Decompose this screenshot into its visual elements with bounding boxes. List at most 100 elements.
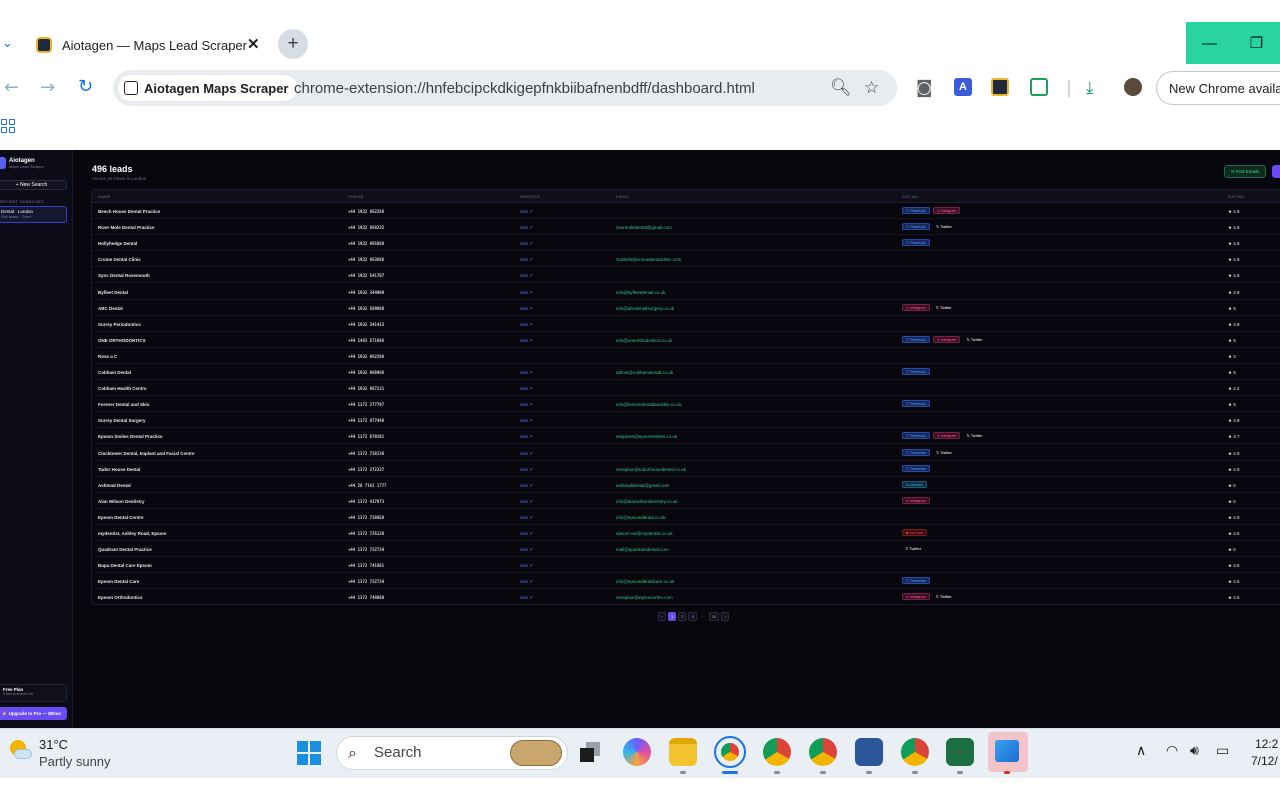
website-link[interactable]: visit ↗ xyxy=(520,579,533,585)
instagram-badge[interactable]: ◎ Instagram xyxy=(932,335,961,343)
table-row[interactable]: Alan Wilson Dentistry +44 1372 417873 visi… xyxy=(92,494,1280,510)
table-row[interactable]: Sync Dental Rosemouth +44 1932 541707 visi… xyxy=(92,268,1280,284)
email-link[interactable]: mail@quadrantdental.com xyxy=(616,547,669,552)
task-view-icon[interactable] xyxy=(576,738,604,766)
email-link[interactable]: info@byfleetdental.co.uk xyxy=(616,290,665,295)
twitter-badge[interactable]: 𝕏 Twitter xyxy=(933,304,955,311)
chrome-profile-1-icon[interactable] xyxy=(714,736,746,768)
website-link[interactable]: visit ↗ xyxy=(520,241,533,247)
page-button[interactable]: 2 xyxy=(678,612,687,621)
profile-avatar[interactable] xyxy=(1124,78,1142,96)
chrome-profile-3-icon[interactable] xyxy=(809,738,837,766)
table-row[interactable]: Epsom Smiles Dental Practice +44 1372 670… xyxy=(92,429,1280,445)
copilot-icon[interactable] xyxy=(623,738,651,766)
column-header-rating[interactable]: RATING xyxy=(1228,194,1245,199)
tab-search-chevron-icon[interactable]: ⌄ xyxy=(2,36,13,51)
table-row[interactable]: Hollyhedge Dental +44 1932 865888 visit ↗ ⓕ… xyxy=(92,236,1280,252)
column-header-phone[interactable]: PHONE xyxy=(348,194,364,199)
email-link[interactable]: enquiries@epsomsmiles.co.uk xyxy=(616,434,677,439)
table-row[interactable]: Ashtead Dental +44 20 7161 1777 visit ↗ ash… xyxy=(92,478,1280,494)
show-hidden-icons-chevron-icon[interactable]: ∧ xyxy=(1136,743,1146,759)
email-link[interactable]: ashteaddental@gmail.com xyxy=(616,483,669,488)
table-row[interactable]: ABC Dental +44 1932 589888 visit ↗ info@abc… xyxy=(92,301,1280,317)
website-link[interactable]: visit ↗ xyxy=(520,499,533,505)
website-link[interactable]: visit ↗ xyxy=(520,257,533,263)
table-row[interactable]: Cobham Health Centre +44 1932 867231 visit… xyxy=(92,381,1280,397)
twitter-badge[interactable]: 𝕏 Twitter xyxy=(963,432,985,439)
clock-time[interactable]: 12:2 xyxy=(1255,737,1278,751)
site-info-chip[interactable]: Aiotagen Maps Scraper xyxy=(118,75,297,101)
page-button[interactable]: 1 xyxy=(668,612,677,621)
website-link[interactable]: visit ↗ xyxy=(520,225,533,231)
download-icon[interactable]: ⤓ xyxy=(1086,78,1094,98)
facebook-badge[interactable]: ⓕ Facebook xyxy=(902,239,930,247)
email-link[interactable]: admin@cobhamdental.co.uk xyxy=(616,370,673,375)
instagram-badge[interactable]: ◎ Instagram xyxy=(932,207,961,214)
chrome-profile-2-icon[interactable] xyxy=(763,738,791,766)
table-row[interactable]: Ross a C +44 1932 862298 ★ 3 xyxy=(92,349,1280,365)
email-link[interactable]: info@oneorthodontics.co.uk xyxy=(616,338,672,343)
translate-extension-icon[interactable]: A xyxy=(954,78,972,96)
website-link[interactable]: visit ↗ xyxy=(520,386,533,392)
back-icon[interactable]: ← xyxy=(4,77,19,98)
website-link[interactable]: visit ↗ xyxy=(520,322,533,328)
youtube-badge[interactable]: ▶ YouTube xyxy=(902,529,928,536)
facebook-badge[interactable]: ⓕ Facebook xyxy=(902,400,930,408)
table-row[interactable]: Byfleet Dental +44 1932 344909 visit ↗ info… xyxy=(92,285,1280,301)
website-link[interactable]: visit ↗ xyxy=(520,402,533,408)
word-icon[interactable] xyxy=(855,738,883,766)
new-search-button[interactable]: + New Search xyxy=(0,180,67,190)
facebook-badge[interactable]: ⓕ Facebook xyxy=(902,368,930,375)
table-row[interactable]: Surrey Periodontics +44 1932 341413 visit … xyxy=(92,317,1280,333)
instagram-badge[interactable]: ◎ Instagram xyxy=(902,593,930,601)
find-emails-button[interactable]: ✉ Find Emails xyxy=(1224,165,1266,178)
table-row[interactable]: Epsom Dental Care +44 1372 722734 visit ↗ i… xyxy=(92,574,1280,590)
minimize-button[interactable]: — xyxy=(1186,22,1233,64)
table-row[interactable]: mydentist, Ashley Road, Epsom +44 1372 72… xyxy=(92,526,1280,542)
table-row[interactable]: Surrey Dental Surgery +44 1372 877448 visi… xyxy=(92,413,1280,429)
weather-condition[interactable]: Partly sunny xyxy=(39,754,111,769)
weather-temperature[interactable]: 31°C xyxy=(39,737,68,752)
tab-close-icon[interactable]: ✕ xyxy=(247,35,260,53)
battery-icon[interactable]: ▭ xyxy=(1216,743,1229,759)
table-row[interactable]: Epsom Orthodontics +44 1372 748088 visit ↗… xyxy=(92,590,1280,604)
prev-page-button[interactable]: ‹ xyxy=(658,612,666,621)
table-row[interactable]: Epsom Dental Centre +44 1372 738658 visit … xyxy=(92,510,1280,526)
instagram-badge[interactable]: ◎ Instagram xyxy=(902,303,930,311)
camera-icon[interactable]: ◙ xyxy=(916,78,933,98)
wifi-icon[interactable]: ◠ xyxy=(1166,743,1178,759)
facebook-badge[interactable]: ⓕ Facebook xyxy=(902,577,930,585)
facebook-badge[interactable]: ⓕ Facebook xyxy=(902,223,930,231)
table-row[interactable]: Forever Dental and Skin +44 1372 277797 vi… xyxy=(92,397,1280,413)
email-link[interactable]: info@epsomdentalcare.co.uk xyxy=(616,579,674,584)
website-link[interactable]: visit ↗ xyxy=(520,467,533,473)
column-header-email[interactable]: EMAIL xyxy=(616,194,630,199)
next-page-button[interactable]: › xyxy=(721,612,730,621)
website-link[interactable]: visit ↗ xyxy=(520,273,533,279)
export-button[interactable] xyxy=(1272,165,1280,178)
twitter-badge[interactable]: 𝕏 Twitter xyxy=(933,223,955,230)
column-header-website[interactable]: WEBSITE xyxy=(520,194,540,199)
email-link[interactable]: info@epsomdental.co.uk xyxy=(616,515,666,520)
website-link[interactable]: visit ↗ xyxy=(520,595,533,601)
website-link[interactable]: visit ↗ xyxy=(520,306,533,312)
email-link[interactable]: epsom-ow@mydentist.co.uk xyxy=(616,531,673,536)
twitter-badge[interactable]: 𝕏 Twitter xyxy=(933,593,955,600)
email-link[interactable]: info@alanwilsondentistry.co.uk xyxy=(616,499,678,504)
recent-search-item[interactable]: Dental · London 496 leads · Done xyxy=(0,206,67,223)
email-link[interactable]: info@abcdentalsurgery.co.uk xyxy=(616,306,674,311)
search-highlight-image[interactable] xyxy=(510,740,562,766)
column-header-name[interactable]: NAME xyxy=(98,194,111,199)
website-link[interactable]: visit ↗ xyxy=(520,434,533,440)
website-link[interactable]: visit ↗ xyxy=(520,338,533,344)
website-link[interactable]: visit ↗ xyxy=(520,531,533,537)
table-row[interactable]: Quadrant Dental Practice +44 1372 722734 v… xyxy=(92,542,1280,558)
facebook-badge[interactable]: ⓕ Facebook xyxy=(902,335,930,343)
clock-date[interactable]: 7/12/ xyxy=(1251,754,1278,768)
table-row[interactable]: Clocktower Dental, Implant and Facial Ce… xyxy=(92,446,1280,462)
table-row[interactable]: ONE ORTHODONTICS +44 1483 571686 visit ↗ in… xyxy=(92,333,1280,349)
website-link[interactable]: visit ↗ xyxy=(520,209,533,215)
chrome-profile-4-icon[interactable] xyxy=(901,738,929,766)
table-row[interactable]: Beech House Dental Practice +44 1932 8622… xyxy=(92,204,1280,220)
forward-icon[interactable]: → xyxy=(40,77,55,98)
